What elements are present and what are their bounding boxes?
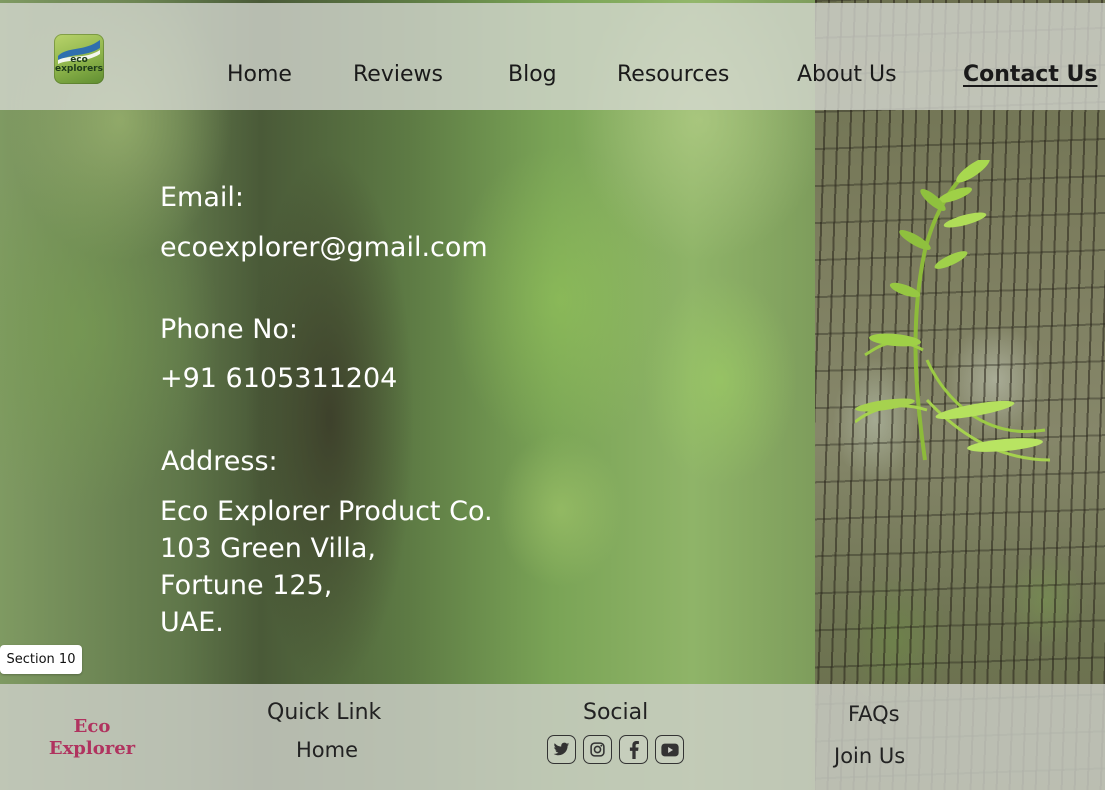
email-value[interactable]: ecoexplorer@gmail.com [160,231,488,265]
address-line: Eco Explorer Product Co. [160,496,493,527]
youtube-icon[interactable] [655,735,684,764]
phone-value-text: +91 6105311204 [160,363,398,394]
social-icons [547,735,684,764]
logo[interactable]: eco explorers [54,34,104,84]
email-label: Email: [160,181,244,215]
nav-reviews[interactable]: Reviews [353,60,443,90]
footer-link-faqs[interactable]: FAQs [848,700,900,728]
phone-label-text: Phone No: [160,314,299,345]
twitter-icon[interactable] [547,735,576,764]
site-header: eco explorers Home Reviews Blog Resource… [0,3,1105,110]
nav-contact-us[interactable]: Contact Us [963,60,1097,90]
address-line: 103 Green Villa, [160,533,376,564]
address-label-text: Address: [161,446,278,477]
phone-label: Phone No: [160,313,298,347]
footer-brand-line: Explorer [48,738,136,759]
nav-about-us[interactable]: About Us [797,60,897,90]
site-footer: Eco Explorer Quick Link Home Social FAQs… [0,684,1105,790]
footer-brand-line: Eco [73,716,111,737]
email-label-text: Email: [160,182,245,213]
nav-blog[interactable]: Blog [508,60,557,90]
facebook-icon[interactable] [619,735,648,764]
logo-text: eco explorers [55,55,103,74]
nav-home[interactable]: Home [227,60,292,90]
sprout-image [855,160,1051,462]
footer-link-join-us[interactable]: Join Us [834,742,905,770]
phone-value[interactable]: +91 6105311204 [160,362,397,396]
quick-link-heading: Quick Link [267,700,382,725]
social-heading: Social [583,700,649,725]
footer-brand[interactable]: Eco Explorer [43,716,141,760]
section-tag: Section 10 [0,645,82,674]
address-line: UAE. [160,607,224,638]
address-block: Eco Explorer Product Co. 103 Green Villa… [160,493,493,641]
forest-background [0,0,815,790]
footer-link-home[interactable]: Home [296,736,358,764]
instagram-icon[interactable] [583,735,612,764]
address-label: Address: [161,445,278,479]
contact-page: eco explorers Home Reviews Blog Resource… [0,0,1105,790]
address-line: Fortune 125, [160,570,333,601]
nav-resources[interactable]: Resources [617,60,729,90]
email-value-text: ecoexplorer@gmail.com [160,232,488,263]
